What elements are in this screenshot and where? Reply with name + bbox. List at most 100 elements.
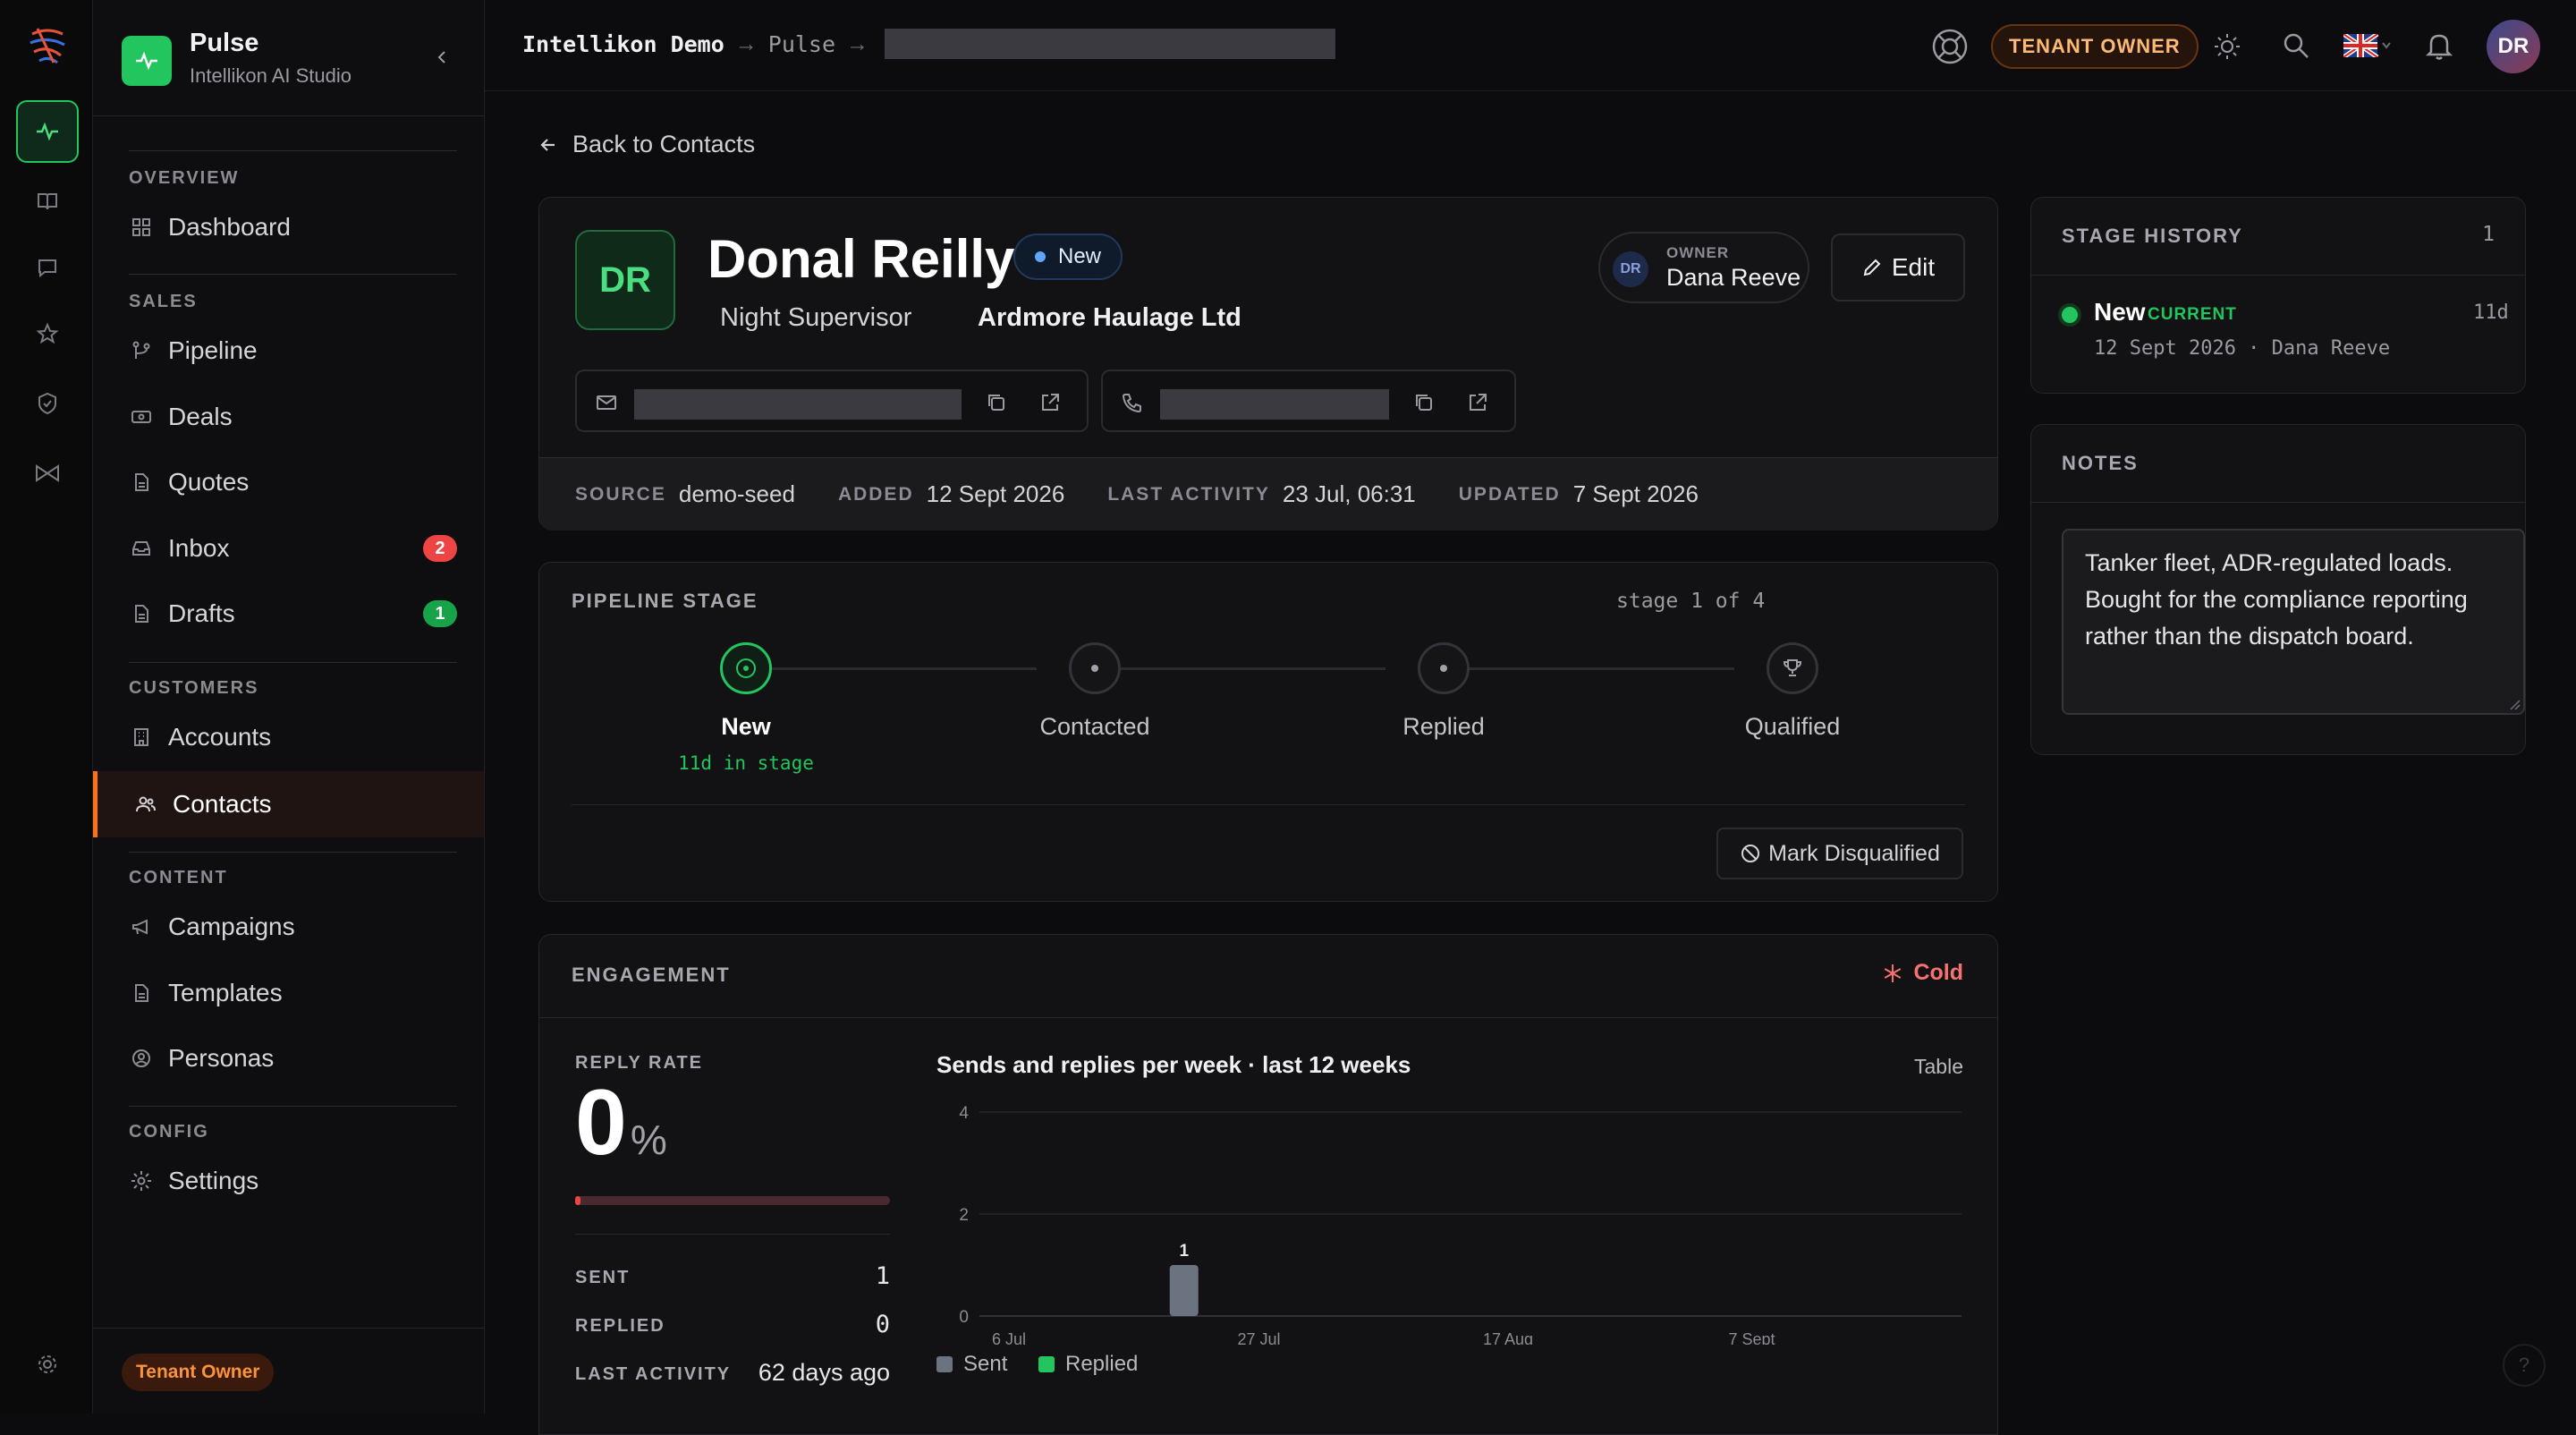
arrow-left-icon (540, 138, 555, 151)
breadcrumb-arrow-icon: → (734, 30, 758, 56)
phone-redacted (1160, 389, 1389, 420)
sidebar-item-dashboard[interactable]: Dashboard (129, 208, 457, 247)
x-tick-label: 6 Jul (992, 1330, 1026, 1345)
rail-bowtie-icon[interactable] (16, 442, 79, 505)
sidebar-item-drafts[interactable]: Drafts 1 (129, 594, 457, 633)
sidebar-item-contacts[interactable]: Contacts (93, 771, 484, 837)
bar-sent (1169, 1265, 1199, 1316)
breadcrumb-redacted (885, 29, 1336, 59)
support-icon[interactable] (1930, 27, 1970, 66)
copy-icon[interactable] (1412, 391, 1436, 414)
sidebar-item-templates[interactable]: Templates (129, 973, 457, 1013)
notes-textarea[interactable]: Tanker fleet, ADR-regulated loads. Bough… (2062, 529, 2525, 715)
sidebar-item-label: Pipeline (168, 336, 258, 364)
stage-counter: stage 1 of 4 (1616, 590, 1766, 613)
sidebar-item-settings[interactable]: Settings (129, 1161, 457, 1201)
stage-node-new[interactable] (720, 642, 772, 694)
engagement-chart: 0 2 4 1 6 Jul 27 Jul 17 Aug 7 Sept (959, 1104, 1962, 1345)
legend-replied-label: Replied (1065, 1352, 1139, 1376)
gear-icon (129, 1169, 154, 1193)
search-icon[interactable] (2281, 30, 2311, 61)
rail-settings-icon[interactable] (16, 1333, 79, 1396)
rail-shield-icon[interactable] (16, 372, 79, 435)
x-tick-label: 7 Sept (1729, 1330, 1775, 1345)
phone-icon (1121, 391, 1144, 414)
x-tick-label: 27 Jul (1238, 1330, 1281, 1345)
stat-last-activity-key: LAST ACTIVITY (575, 1364, 732, 1384)
section-label-config: CONFIG (129, 1122, 209, 1142)
pipeline-label: PIPELINE STAGE (572, 590, 758, 612)
brand-logo-icon[interactable] (27, 25, 68, 66)
breadcrumb-app[interactable]: Pulse (768, 31, 835, 57)
legend-sent: Sent (936, 1352, 1007, 1377)
reply-rate-unit: % (630, 1117, 667, 1163)
sidebar-item-inbox[interactable]: Inbox 2 (129, 529, 457, 568)
tenant-owner-button[interactable]: TENANT OWNER (1991, 24, 2199, 69)
user-avatar[interactable]: DR (2487, 20, 2540, 73)
legend-swatch (1038, 1356, 1055, 1372)
rail-pulse-icon[interactable] (16, 100, 79, 163)
breadcrumb-arrow-icon: → (846, 30, 869, 56)
back-to-contacts-link[interactable]: Back to Contacts (537, 131, 755, 158)
owner-pill[interactable]: DR OWNER Dana Reeve (1598, 232, 1809, 303)
users-icon (133, 794, 158, 815)
help-button[interactable]: ? (2503, 1344, 2546, 1387)
rail-star-icon[interactable] (16, 302, 79, 365)
snowflake-icon (1885, 964, 1902, 982)
mark-disqualified-button[interactable]: Mark Disqualified (1716, 828, 1963, 879)
history-current-tag: CURRENT (2148, 305, 2237, 324)
megaphone-icon (129, 916, 154, 938)
stage-node-qualified[interactable] (1767, 642, 1818, 694)
owner-avatar: DR (1613, 251, 1648, 287)
stat-last-activity-value: 62 days ago (758, 1359, 890, 1386)
meta-added-value: 12 Sept 2026 (926, 480, 1065, 507)
table-toggle[interactable]: Table (1914, 1055, 1963, 1079)
sidebar-item-label: Settings (168, 1167, 259, 1194)
temperature-badge: Cold (1881, 960, 1963, 986)
stat-replied-key: REPLIED (575, 1316, 665, 1336)
stat-replied: REPLIED 0 (539, 1309, 890, 1345)
sidebar-item-label: Templates (168, 979, 283, 1006)
banknote-icon (129, 406, 154, 428)
sidebar-item-deals[interactable]: Deals (129, 397, 457, 437)
trophy-icon (1783, 659, 1802, 676)
sun-icon[interactable] (2211, 30, 2243, 63)
notes-label: NOTES (2062, 452, 2139, 474)
app-name: Pulse (190, 29, 259, 57)
stage-duration: 11d in stage (678, 752, 814, 774)
disqualify-label: Mark Disqualified (1768, 840, 1940, 866)
company-link[interactable]: Ardmore Haulage Ltd (978, 303, 1241, 333)
rail-chat-icon[interactable] (16, 236, 79, 299)
stage-history-count: 1 (2482, 223, 2495, 246)
stage-node-replied[interactable] (1418, 642, 1470, 694)
sidebar-item-quotes[interactable]: Quotes (129, 463, 457, 502)
rail-book-icon[interactable] (16, 170, 79, 233)
edit-button[interactable]: Edit (1831, 234, 1965, 301)
email-field (575, 369, 1089, 432)
phone-field (1101, 369, 1516, 432)
sidebar-footer: Tenant Owner (93, 1328, 484, 1414)
external-link-icon[interactable] (1466, 391, 1489, 414)
sidebar-item-pipeline[interactable]: Pipeline (129, 331, 457, 370)
stage-node-contacted[interactable] (1069, 642, 1121, 694)
dot-icon (1091, 665, 1098, 672)
sidebar-item-personas[interactable]: Personas (129, 1039, 457, 1078)
sidebar-item-label: Deals (168, 403, 233, 430)
stage-history-card: STAGE HISTORY 1 New CURRENT 11d 12 Sept … (2030, 197, 2526, 394)
contact-meta-row: SOURCE demo-seed ADDED 12 Sept 2026 LAST… (539, 457, 1997, 531)
uk-flag-icon[interactable] (2343, 34, 2394, 57)
breadcrumb-tenant[interactable]: Intellikon Demo (522, 31, 724, 57)
external-link-icon[interactable] (1038, 391, 1062, 414)
sidebar-item-label: Campaigns (168, 913, 295, 940)
bell-icon[interactable] (2424, 30, 2454, 61)
meta-updated-key: UPDATED (1458, 483, 1561, 505)
sidebar-item-campaigns[interactable]: Campaigns (129, 907, 457, 947)
collapse-sidebar-icon[interactable] (434, 48, 452, 66)
icon-rail (0, 0, 93, 1414)
top-bar: Intellikon Demo → Pulse → TENANT OWNER D… (485, 0, 2576, 91)
y-tick-label: 4 (959, 1104, 969, 1123)
branch-icon (129, 340, 154, 361)
copy-icon[interactable] (985, 391, 1008, 414)
sidebar-item-accounts[interactable]: Accounts (129, 718, 457, 757)
status-dot-icon (1035, 251, 1046, 262)
